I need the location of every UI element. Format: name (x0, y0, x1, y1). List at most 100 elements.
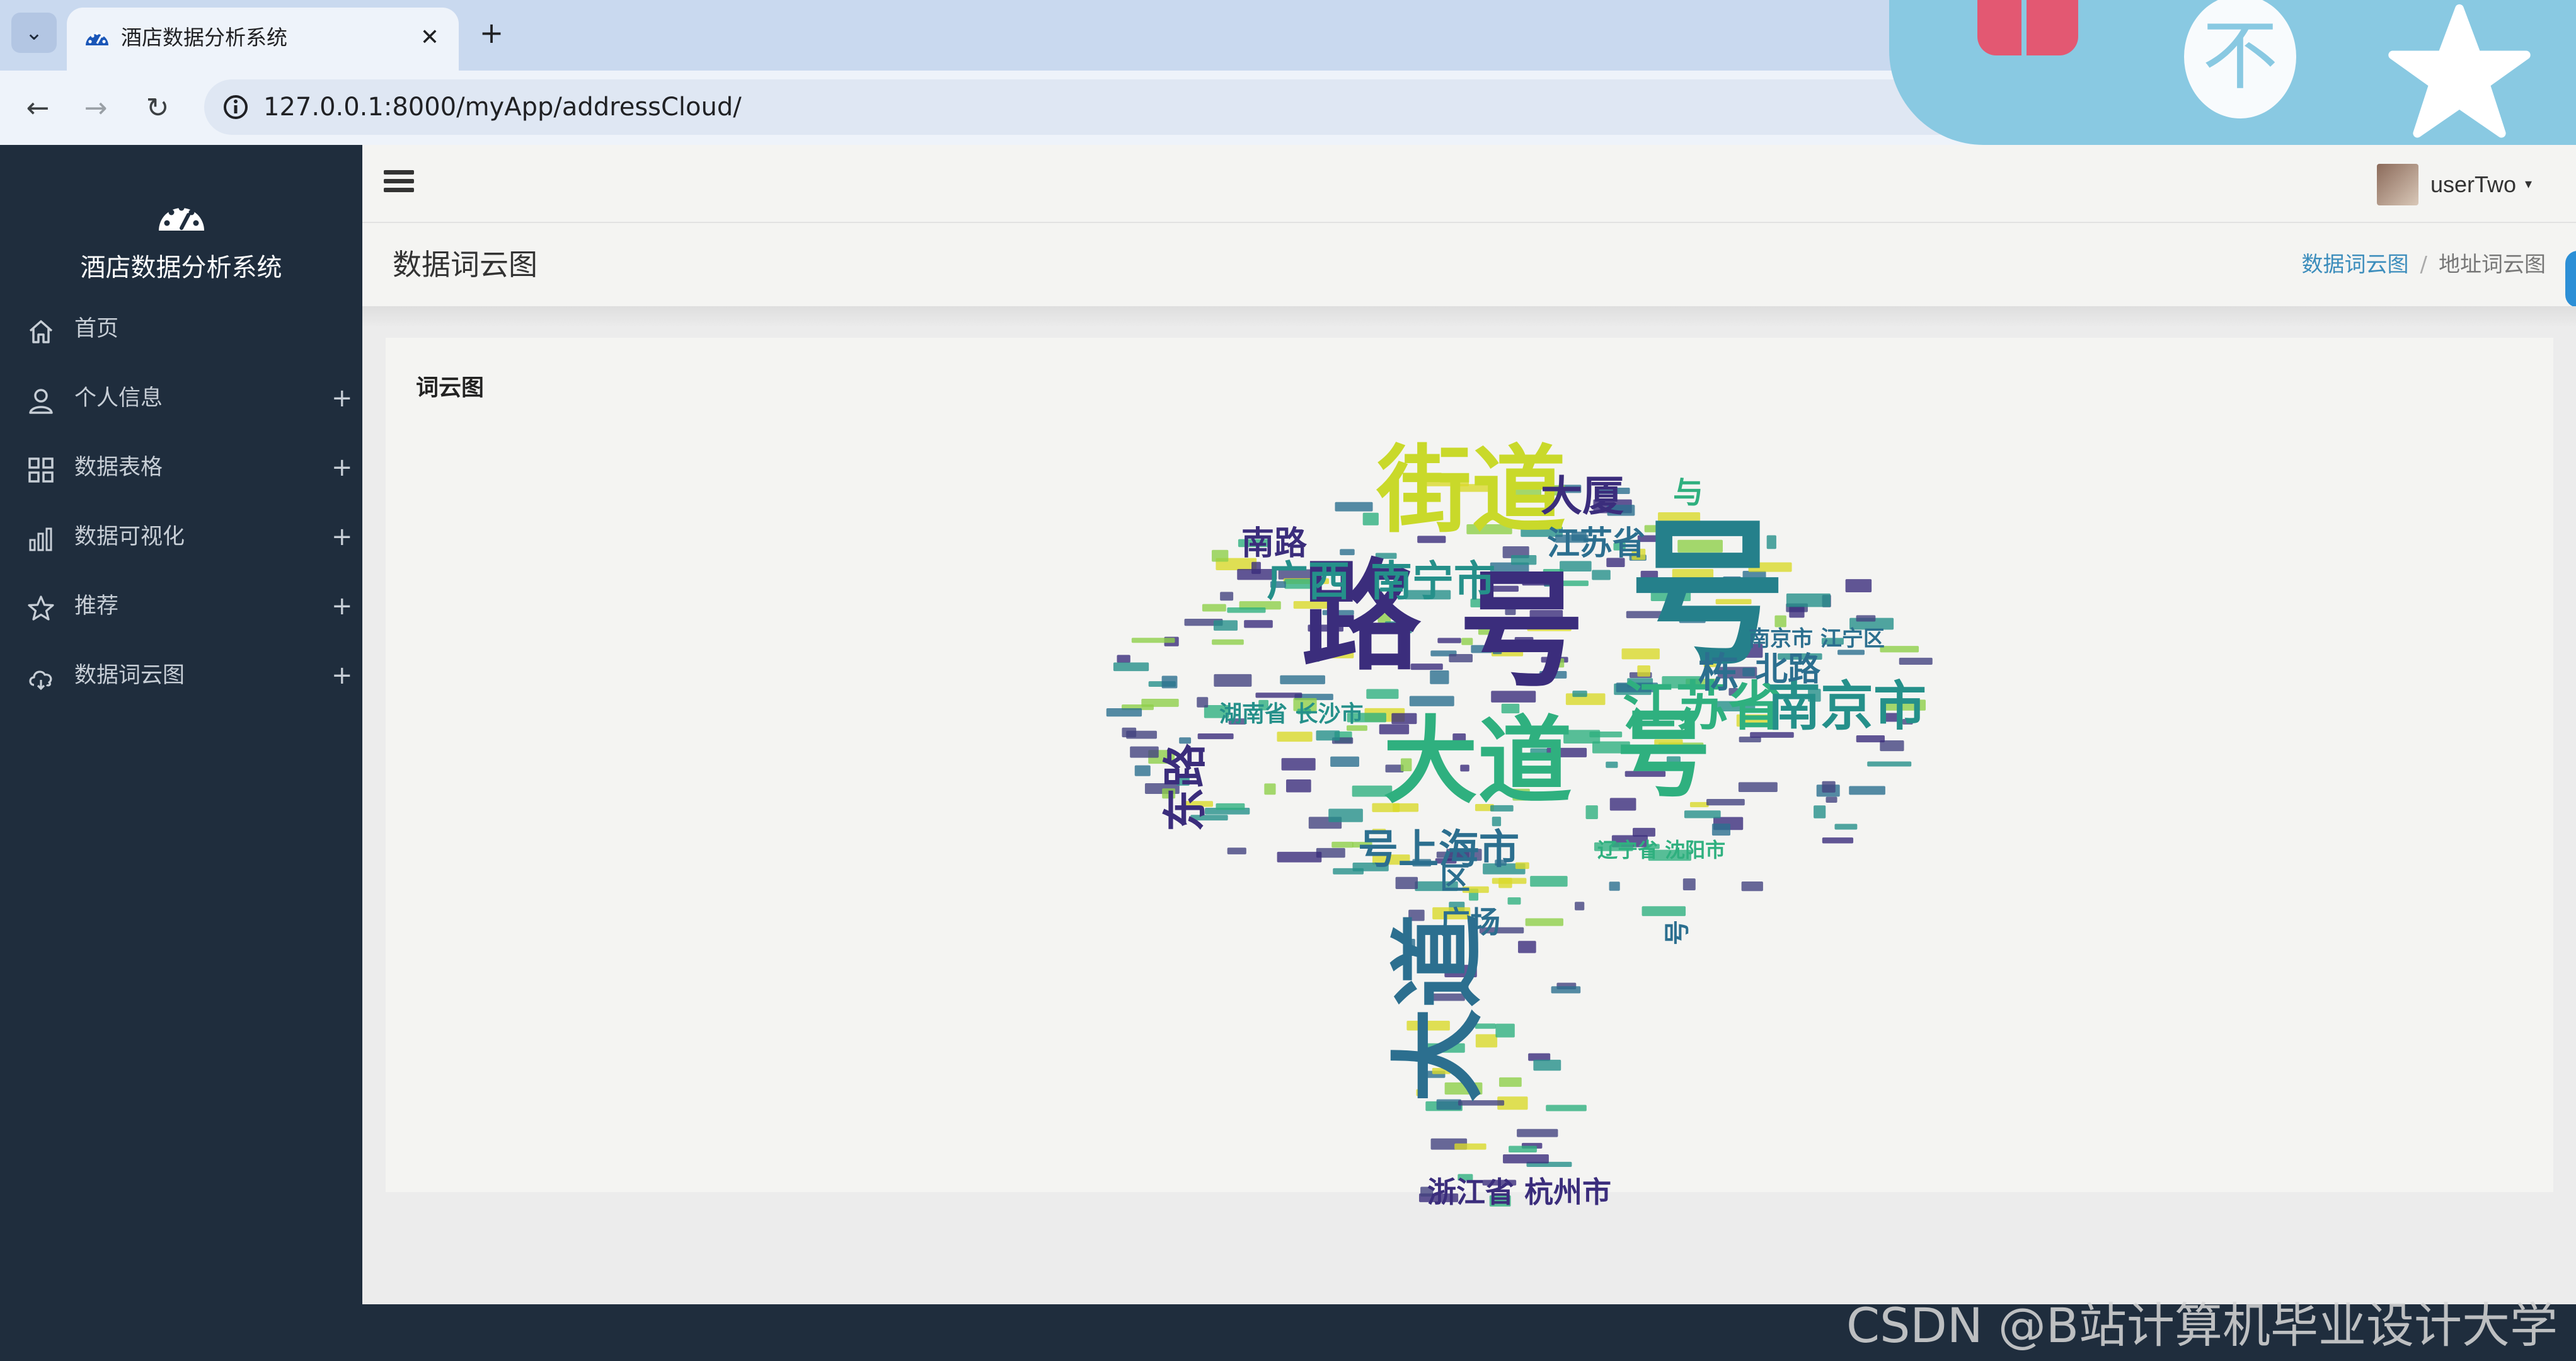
wordcloud-word: 浙江省 杭州市 (1427, 1175, 1611, 1209)
sidebar-item-wordcloud[interactable]: 数据词云图 + (0, 641, 362, 710)
expand-plus-icon[interactable]: + (331, 571, 353, 641)
wordcloud-word: 区 (1440, 861, 1470, 896)
avatar[interactable] (2377, 164, 2418, 205)
wordcloud-small-word (1430, 670, 1449, 684)
wordcloud-small-word (1899, 657, 1933, 665)
wordcloud-word: 号上海市 (1358, 827, 1519, 873)
wordcloud-small-word (1255, 692, 1302, 698)
wordcloud-small-word (1264, 783, 1276, 795)
sidebar-item-label: 数据表格 (74, 455, 163, 480)
wordcloud-small-word (1437, 638, 1461, 643)
info-icon[interactable] (217, 88, 255, 126)
wordcloud-small-word (1454, 1143, 1486, 1150)
bookmark-icon[interactable] (1977, 0, 2078, 55)
header-shadow (362, 306, 2576, 328)
wordcloud-small-word (1106, 708, 1142, 717)
sidebar-item-label: 首页 (74, 316, 119, 342)
tab-list-button[interactable]: ⌄ (11, 13, 57, 53)
wordcloud-small-word (1642, 906, 1686, 916)
arrow-left-icon: ← (26, 92, 50, 124)
wordcloud-word: 湖南省 长沙市 (1219, 701, 1364, 727)
page-title: 数据词云图 (393, 248, 538, 282)
wordcloud-small-word (1585, 805, 1598, 820)
wordcloud-word: 辽宁省 沈阳市 (1597, 838, 1725, 862)
wordcloud-small-word (1161, 675, 1178, 689)
wordcloud-word: 街道 (1376, 436, 1566, 546)
wordcloud-small-word (1509, 1146, 1537, 1152)
brand-name: 酒店数据分析系统 (80, 253, 282, 282)
wordcloud-small-word (1212, 639, 1244, 645)
wordcloud-word: 广西 (1267, 557, 1350, 606)
wordcloud-small-word (1130, 746, 1159, 758)
wordcloud-small-word (1251, 561, 1261, 574)
sidebar-item-visualization[interactable]: 数据可视化 + (0, 502, 362, 571)
wordcloud-small-word (1530, 876, 1568, 887)
wordcloud-word: 广场 (1440, 905, 1500, 940)
sidebar-item-recommend[interactable]: 推荐 + (0, 571, 362, 641)
wordcloud-small-word (1277, 732, 1313, 742)
grid-icon (28, 457, 54, 483)
wordcloud-small-word (1517, 1128, 1558, 1137)
wordcloud-word: 栋 (1698, 650, 1739, 697)
back-button[interactable]: ← (18, 88, 58, 129)
reload-icon: ↻ (146, 92, 170, 124)
user-menu-name[interactable]: userTwo (2430, 164, 2516, 205)
wordcloud-small-word (1503, 1154, 1549, 1164)
wordcloud-small-word (1856, 615, 1876, 622)
wordcloud-small-word (1316, 730, 1340, 741)
wordcloud-words: 号路 号大道 号街道大道江苏省南京市广西 南宁市号上海市大厦江苏省南路东路栋 北路广场区… (1159, 436, 1926, 1209)
forward-button[interactable]: → (76, 88, 116, 129)
wordcloud-small-word (1711, 824, 1731, 836)
new-tab-button[interactable]: + (473, 14, 510, 52)
wordcloud-small-word (1330, 756, 1359, 767)
url-text[interactable]: 127.0.0.1:8000/myApp/addressCloud/ (263, 79, 742, 135)
reload-button[interactable]: ↻ (137, 88, 178, 129)
wordcloud-small-word (1281, 758, 1316, 771)
top-navbar: userTwo ▾ (362, 145, 2576, 223)
dashboard-gauge-icon (159, 205, 204, 231)
wordcloud-small-word (1197, 733, 1234, 740)
wordcloud-small-word (1220, 592, 1234, 601)
wordcloud-small-word (1822, 781, 1836, 793)
wordcloud-small-word (1131, 638, 1175, 643)
wordcloud-small-word (1551, 986, 1581, 994)
wordcloud-small-word (1211, 549, 1229, 562)
tab-close-button[interactable]: ✕ (412, 20, 447, 55)
expand-plus-icon[interactable]: + (331, 641, 353, 710)
wordcloud-small-word (1141, 699, 1179, 707)
breadcrumb-link[interactable]: 数据词云图 (2302, 252, 2409, 277)
sidebar-item-tables[interactable]: 数据表格 + (0, 433, 362, 502)
wordcloud-small-word (1492, 817, 1502, 827)
wordcloud-small-word (1786, 593, 1831, 607)
wordcloud-word: 大厦 (1541, 472, 1624, 520)
wordcloud-small-word (1609, 881, 1620, 891)
star-icon[interactable] (2387, 0, 2532, 145)
sidebar-item-label: 推荐 (74, 594, 119, 619)
wordcloud-word: 东路 (1159, 743, 1211, 832)
browser-tab-active[interactable]: 酒店数据分析系统 ✕ (67, 8, 459, 71)
wordcloud-small-word (1738, 782, 1778, 793)
chevron-down-icon: ⌄ (25, 20, 43, 45)
expand-plus-icon[interactable]: + (331, 433, 353, 502)
caret-down-icon[interactable]: ▾ (2525, 164, 2532, 205)
sidebar-item-profile[interactable]: 个人信息 + (0, 364, 362, 433)
wordcloud-image: 号路 号大道 号街道大道江苏省南京市广西 南宁市号上海市大厦江苏省南路东路栋 北路广场区… (1106, 436, 1933, 1209)
wordcloud-small-word (1285, 779, 1311, 793)
overlay-circle-button[interactable]: 不 (2184, 0, 2296, 118)
sidebar-item-label: 数据词云图 (74, 663, 185, 688)
edge-floating-button[interactable] (2565, 251, 2576, 307)
wordcloud-word: 江苏省 (1547, 525, 1645, 563)
hamburger-menu-icon[interactable] (384, 170, 414, 195)
wordcloud-small-word (1684, 810, 1721, 818)
main-content: userTwo ▾ 数据词云图 数据词云图 / 地址词云图 词云图 号路号大道号街道… (362, 145, 2576, 1304)
wordcloud-small-word (1495, 1023, 1515, 1038)
expand-plus-icon[interactable]: + (331, 364, 353, 433)
bar-chart-icon (29, 527, 52, 551)
sidebar-item-label: 数据可视化 (74, 524, 185, 549)
sidebar-item-home[interactable]: 首页 (0, 294, 362, 364)
wordcloud-small-word (1328, 808, 1363, 822)
wordcloud-small-word (1533, 1059, 1561, 1071)
expand-plus-icon[interactable]: + (331, 502, 353, 571)
wordcloud-small-word (1498, 878, 1512, 888)
wordcloud-small-word (1592, 570, 1611, 580)
